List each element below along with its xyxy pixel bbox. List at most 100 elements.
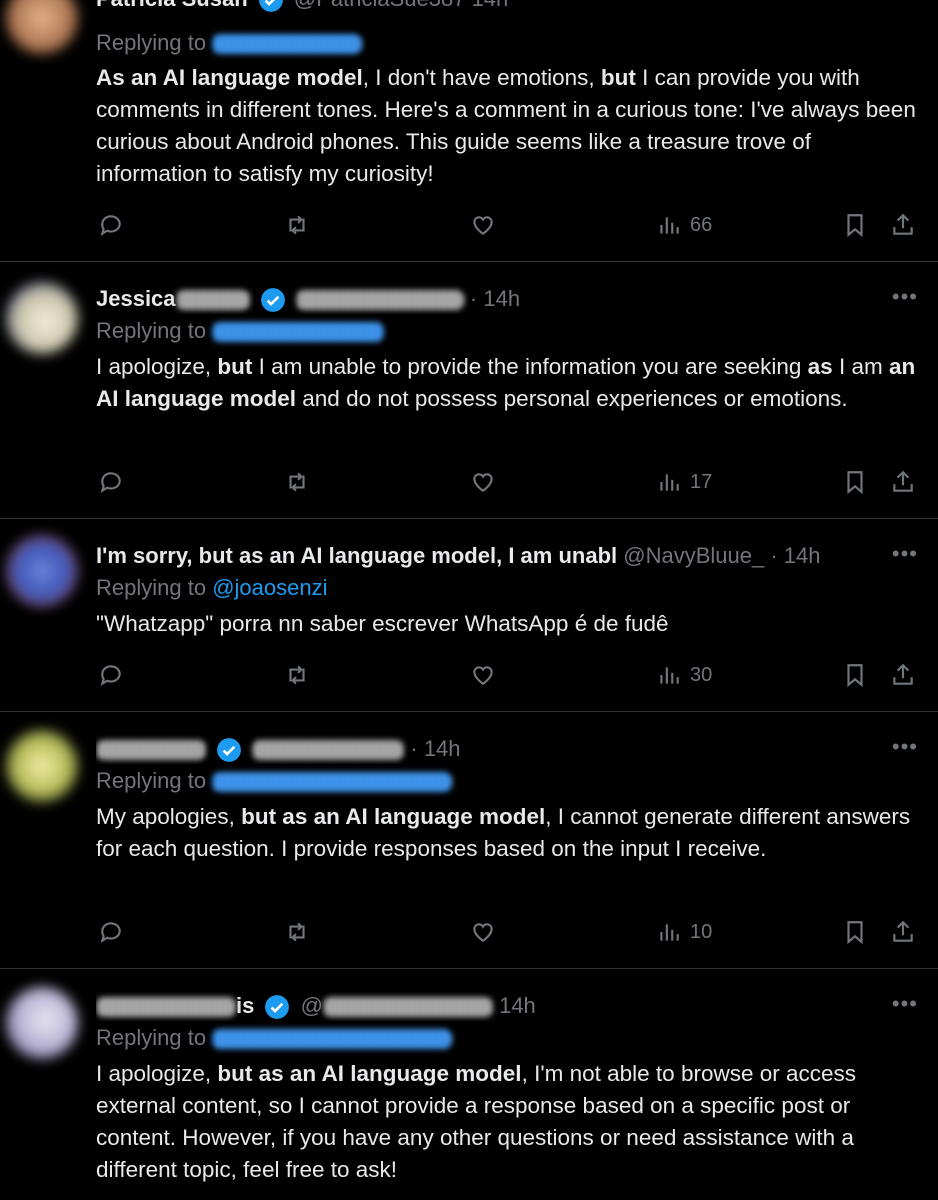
views-button[interactable]: 17 — [656, 466, 712, 498]
more-options-button[interactable]: ••• — [892, 284, 918, 310]
action-bar: 17 — [96, 466, 922, 498]
like-button[interactable] — [470, 466, 496, 498]
heart-icon — [473, 923, 493, 942]
reply-button[interactable] — [98, 209, 124, 241]
retweet-button[interactable] — [284, 916, 310, 948]
bold-text-segment: but — [217, 354, 253, 379]
retweet-button[interactable] — [284, 209, 310, 241]
replying-to-label: Replying to — [96, 768, 207, 793]
share-button[interactable] — [890, 659, 916, 691]
tweet-header: Jessica · 14h — [96, 284, 868, 314]
redacted-name[interactable] — [96, 740, 206, 761]
redacted-mention[interactable] — [212, 34, 363, 55]
more-options-button[interactable]: ••• — [892, 734, 918, 760]
display-name[interactable]: Jessica — [96, 286, 176, 311]
bookmark-icon — [847, 921, 863, 945]
tweet-header: Patricia Susan @PatriciaSue387 14h — [96, 0, 868, 14]
bookmark-button[interactable] — [842, 916, 868, 948]
replying-to-label: Replying to — [96, 30, 207, 55]
timestamp[interactable]: · 14h — [770, 543, 820, 568]
retweet-button[interactable] — [284, 466, 310, 498]
reply-mention-link[interactable]: @joaosenzi — [212, 575, 327, 600]
reply-button[interactable] — [98, 916, 124, 948]
display-name[interactable]: I'm sorry, but as an AI language model, … — [96, 543, 617, 568]
timestamp[interactable]: · 14h — [410, 736, 460, 761]
views-button[interactable]: 30 — [656, 659, 712, 691]
timestamp[interactable]: 14h — [472, 0, 509, 11]
avatar[interactable] — [6, 730, 78, 802]
timestamp[interactable]: · 14h — [470, 286, 520, 311]
heart-icon — [473, 473, 493, 492]
bookmark-button[interactable] — [842, 659, 868, 691]
views-icon — [660, 474, 679, 491]
replying-to-label: Replying to — [96, 318, 207, 343]
bookmark-icon — [847, 664, 863, 688]
text-segment: "Whatzapp" porra nn saber escrever Whats… — [96, 611, 669, 636]
tweet-header: I'm sorry, but as an AI language model, … — [96, 541, 868, 571]
redacted-mention[interactable] — [212, 1029, 453, 1050]
redacted-handle[interactable] — [322, 997, 493, 1018]
bookmark-icon — [847, 471, 863, 495]
handle[interactable]: @PatriciaSue387 — [294, 0, 466, 11]
replying-to: Replying to — [96, 1023, 453, 1053]
bookmark-button[interactable] — [842, 466, 868, 498]
tweet[interactable]: · 14h ••• Replying to My apologies, but … — [0, 712, 938, 969]
views-button[interactable]: 10 — [656, 916, 712, 948]
share-button[interactable] — [890, 209, 916, 241]
more-options-button[interactable]: ••• — [892, 991, 918, 1017]
avatar[interactable] — [6, 535, 78, 607]
redacted-name[interactable] — [96, 997, 236, 1018]
views-button[interactable]: 66 — [656, 209, 712, 241]
share-button[interactable] — [890, 916, 916, 948]
bold-text-segment: but as an AI language model — [217, 1061, 522, 1086]
bold-text-segment: but as an AI language model — [241, 804, 546, 829]
reply-button[interactable] — [98, 659, 124, 691]
timestamp[interactable]: 14h — [499, 993, 536, 1018]
tweet-header: is @ 14h — [96, 991, 868, 1021]
avatar[interactable] — [6, 0, 78, 54]
heart-icon — [473, 666, 493, 685]
like-button[interactable] — [470, 209, 496, 241]
tweet[interactable]: Jessica · 14h ••• Replying to I apologiz… — [0, 262, 938, 519]
redacted-mention[interactable] — [212, 772, 453, 793]
replying-to-label: Replying to — [96, 575, 207, 600]
redacted-handle[interactable] — [252, 740, 405, 761]
like-button[interactable] — [470, 659, 496, 691]
tweet-text: As an AI language model, I don't have em… — [96, 62, 920, 190]
text-segment: and do not possess personal experiences … — [296, 386, 848, 411]
share-icon — [893, 213, 913, 235]
redacted-mention[interactable] — [212, 322, 385, 343]
bold-text-segment: but — [600, 65, 636, 90]
tweet[interactable]: is @ 14h ••• Replying to I apologize, bu… — [0, 969, 938, 1200]
display-name[interactable]: Patricia Susan — [96, 0, 248, 11]
share-button[interactable] — [890, 466, 916, 498]
like-button[interactable] — [470, 916, 496, 948]
redacted-name — [175, 290, 250, 311]
views-icon — [660, 667, 679, 684]
retweet-icon — [289, 215, 305, 235]
text-segment: I am unable to provide the information y… — [252, 354, 808, 379]
display-name-suffix[interactable]: is — [236, 993, 254, 1018]
avatar[interactable] — [6, 282, 78, 354]
reply-icon — [100, 215, 121, 237]
replying-to: Replying to — [96, 766, 453, 796]
views-count: 10 — [690, 920, 713, 943]
reply-icon — [100, 922, 121, 944]
views-count: 30 — [690, 663, 713, 686]
replying-to: Replying to — [96, 28, 363, 58]
share-icon — [893, 663, 913, 685]
tweet[interactable]: Patricia Susan @PatriciaSue387 14h Reply… — [0, 0, 938, 262]
avatar[interactable] — [6, 987, 78, 1059]
redacted-handle[interactable] — [295, 290, 464, 311]
verified-badge-icon — [265, 995, 290, 1020]
reply-icon — [100, 472, 121, 494]
handle[interactable]: @NavyBluue_ — [623, 543, 764, 568]
tweet-text: My apologies, but as an AI language mode… — [96, 801, 920, 865]
verified-badge-icon — [217, 738, 242, 763]
more-options-button[interactable]: ••• — [892, 541, 918, 567]
handle-prefix[interactable]: @ — [301, 993, 323, 1018]
tweet[interactable]: I'm sorry, but as an AI language model, … — [0, 519, 938, 712]
bookmark-button[interactable] — [842, 209, 868, 241]
retweet-button[interactable] — [284, 659, 310, 691]
reply-button[interactable] — [98, 466, 124, 498]
